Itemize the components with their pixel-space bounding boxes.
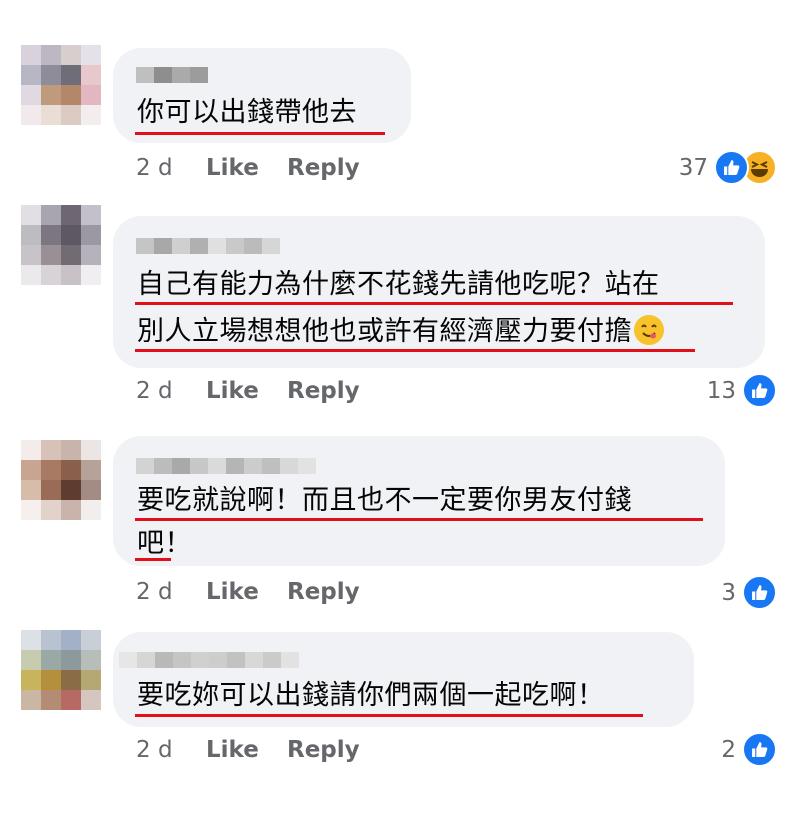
like-button[interactable]: Like bbox=[206, 577, 287, 607]
avatar[interactable] bbox=[21, 45, 101, 125]
comment-text-line: 你可以出錢帶他去 bbox=[137, 97, 357, 128]
like-button[interactable]: Like bbox=[206, 735, 287, 765]
like-icon bbox=[742, 732, 777, 767]
like-button[interactable]: Like bbox=[206, 153, 287, 183]
reply-button[interactable]: Reply bbox=[287, 735, 360, 765]
comment-bubble: 要吃妳可以出錢請你們兩個一起吃啊！ bbox=[113, 632, 694, 727]
commenter-name-blurred[interactable] bbox=[136, 67, 208, 83]
comment-text-content: 別人立場想想他也或許有經濟壓力要付擔 bbox=[137, 316, 632, 347]
reaction-count: 2 bbox=[721, 736, 736, 763]
commenter-name-blurred[interactable] bbox=[136, 458, 316, 474]
reply-button[interactable]: Reply bbox=[287, 376, 360, 406]
text-underline bbox=[135, 714, 643, 717]
reply-button[interactable]: Reply bbox=[287, 153, 360, 183]
reaction-count: 37 bbox=[678, 154, 708, 181]
commenter-name-blurred[interactable] bbox=[136, 238, 280, 254]
timestamp[interactable]: 2 d bbox=[136, 376, 206, 406]
timestamp[interactable]: 2 d bbox=[136, 735, 206, 765]
reaction-summary[interactable]: 13 bbox=[707, 373, 777, 408]
reply-button[interactable]: Reply bbox=[287, 577, 360, 607]
comment-bubble: 自己有能力為什麼不花錢先請他吃呢？站在 別人立場想想他也或許有經濟壓力要付擔 bbox=[113, 216, 765, 368]
like-button[interactable]: Like bbox=[206, 376, 287, 406]
like-icon bbox=[742, 373, 777, 408]
like-icon bbox=[714, 150, 749, 185]
comment-meta: 2 d Like Reply bbox=[136, 577, 360, 607]
reaction-summary[interactable]: 2 bbox=[721, 732, 777, 767]
comment-text-line: 要吃就說啊！而且也不一定要你男友付錢 bbox=[137, 485, 632, 516]
text-underline bbox=[135, 302, 733, 305]
comment-meta: 2 d Like Reply bbox=[136, 376, 360, 406]
text-underline bbox=[135, 558, 171, 561]
reaction-summary[interactable]: 37 bbox=[679, 150, 777, 185]
timestamp[interactable]: 2 d bbox=[136, 153, 206, 183]
text-underline bbox=[135, 349, 695, 352]
reaction-count: 3 bbox=[721, 579, 736, 606]
text-underline bbox=[135, 518, 703, 521]
avatar[interactable] bbox=[21, 440, 101, 520]
comment-meta: 2 d Like Reply bbox=[136, 735, 360, 765]
comment-bubble: 要吃就說啊！而且也不一定要你男友付錢 吧！ bbox=[113, 436, 725, 566]
text-underline bbox=[135, 132, 385, 135]
comment-meta: 2 d Like Reply bbox=[136, 153, 360, 183]
reaction-count: 13 bbox=[706, 377, 736, 404]
avatar[interactable] bbox=[21, 205, 101, 285]
comment-text-line: 自己有能力為什麼不花錢先請他吃呢？站在 bbox=[137, 269, 660, 300]
commenter-name-blurred[interactable] bbox=[119, 652, 299, 668]
yum-face-icon bbox=[634, 315, 664, 345]
comment-text-line: 別人立場想想他也或許有經濟壓力要付擔 bbox=[137, 312, 664, 352]
comment-text-line: 要吃妳可以出錢請你們兩個一起吃啊！ bbox=[137, 680, 605, 711]
comment-bubble: 你可以出錢帶他去 bbox=[113, 48, 411, 143]
reaction-summary[interactable]: 3 bbox=[721, 575, 777, 610]
like-icon bbox=[742, 575, 777, 610]
avatar[interactable] bbox=[21, 630, 101, 710]
timestamp[interactable]: 2 d bbox=[136, 577, 206, 607]
